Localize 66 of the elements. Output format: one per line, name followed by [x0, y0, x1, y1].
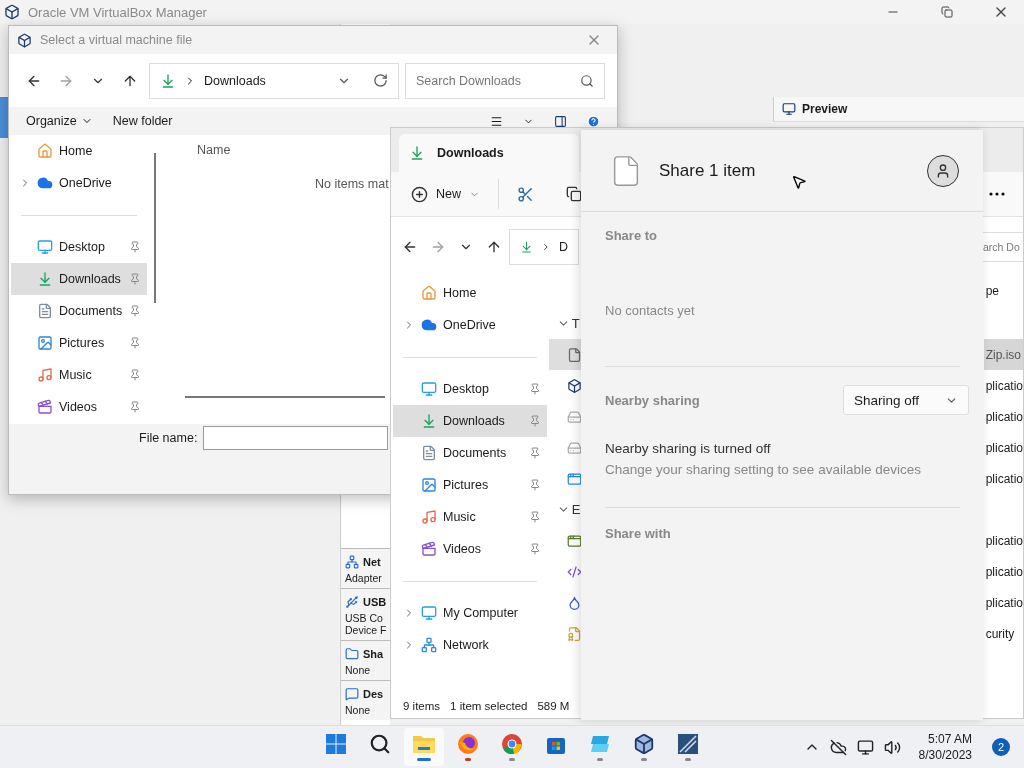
sidebar-item[interactable]: Downloads — [11, 263, 147, 295]
sidebar-item[interactable]: OneDrive — [393, 309, 547, 341]
detail-text: None — [345, 704, 372, 716]
column-header[interactable]: Name — [197, 143, 231, 157]
table-cell: Zip.iso — [983, 339, 1023, 370]
sidebar-item[interactable]: Documents — [11, 295, 147, 327]
notification-badge[interactable]: 2 — [992, 738, 1010, 756]
tab[interactable]: Downloads — [399, 134, 579, 172]
organize-button[interactable]: Organize — [26, 114, 93, 128]
window-title: Oracle VM VirtualBox Manager — [28, 4, 208, 20]
sidebar-item[interactable]: Desktop — [11, 231, 147, 263]
group-header[interactable]: E — [548, 494, 582, 525]
table-cell-text: plicatio — [984, 408, 1023, 426]
section-title: USB — [363, 596, 387, 608]
sidebar-item[interactable]: Videos — [393, 533, 547, 565]
sidebar-item[interactable]: Videos — [11, 391, 147, 423]
address-bar[interactable]: D — [509, 229, 579, 265]
sidebar-item[interactable]: Pictures — [11, 327, 147, 359]
detail-text: Device F — [345, 624, 388, 636]
empty-message: No items mat — [315, 177, 389, 191]
table-cell-text: plicatio — [984, 377, 1023, 395]
new-folder-button[interactable]: New folder — [112, 114, 173, 128]
section-label: Share with — [605, 526, 672, 541]
detail-text: None — [345, 664, 372, 676]
section-label: Share to — [605, 228, 658, 243]
clock[interactable]: 5:07 AM 8/30/2023 — [918, 731, 972, 763]
sidebar-item[interactable]: My Computer — [393, 597, 547, 629]
status-text: Nearby sharing is turned off — [605, 441, 772, 456]
detail-text: Adapter — [345, 572, 383, 584]
hint-text: Change your sharing setting to see available devices — [605, 462, 922, 477]
sidebar-item[interactable]: Downloads — [393, 405, 547, 437]
search-field[interactable]: arch Do — [982, 232, 1023, 262]
field-label: File name: — [139, 430, 198, 447]
preview-title: Preview — [802, 102, 848, 116]
sidebar-item[interactable]: Music — [393, 501, 547, 533]
sidebar-item[interactable]: Home — [11, 135, 147, 167]
detail-text: USB Co — [345, 612, 384, 624]
share-title: Share 1 item — [659, 160, 757, 181]
section-title: Des — [363, 688, 384, 700]
search-field[interactable]: Search Downloads — [405, 62, 605, 99]
section-title: Sha — [363, 648, 384, 660]
empty-message: No contacts yet — [605, 303, 696, 318]
table-cell-text: plicatio — [984, 594, 1023, 612]
sharing-dropdown[interactable]: Sharing off — [843, 385, 969, 415]
status-text: 9 items — [403, 700, 441, 712]
table-cell-text: plicatio — [984, 563, 1023, 581]
sidebar-item[interactable]: Documents — [393, 437, 547, 469]
sidebar-item[interactable]: Home — [393, 277, 547, 309]
dialog-title: Select a virtual machine file — [40, 33, 194, 47]
group-header[interactable]: T — [548, 308, 582, 339]
section-title: Net — [363, 556, 381, 568]
table-cell-text: curity — [984, 625, 1016, 643]
table-cell-text: plicatio — [984, 470, 1023, 488]
sidebar-item[interactable]: Pictures — [393, 469, 547, 501]
sidebar-item[interactable]: OneDrive — [11, 167, 147, 199]
section-label: Nearby sharing — [605, 392, 700, 408]
address-bar[interactable]: Downloads — [149, 62, 399, 99]
status-text: 589 M — [537, 700, 570, 712]
status-text: 1 item selected — [450, 700, 528, 712]
table-cell-text: plicatio — [984, 532, 1023, 550]
new-button[interactable]: New — [411, 179, 499, 209]
sidebar-item[interactable]: Desktop — [393, 373, 547, 405]
table-cell-text: plicatio — [984, 439, 1023, 457]
column-header[interactable]: pe — [983, 277, 1023, 305]
sidebar-item[interactable]: Network — [393, 629, 547, 661]
sidebar-item[interactable]: Music — [11, 359, 147, 391]
